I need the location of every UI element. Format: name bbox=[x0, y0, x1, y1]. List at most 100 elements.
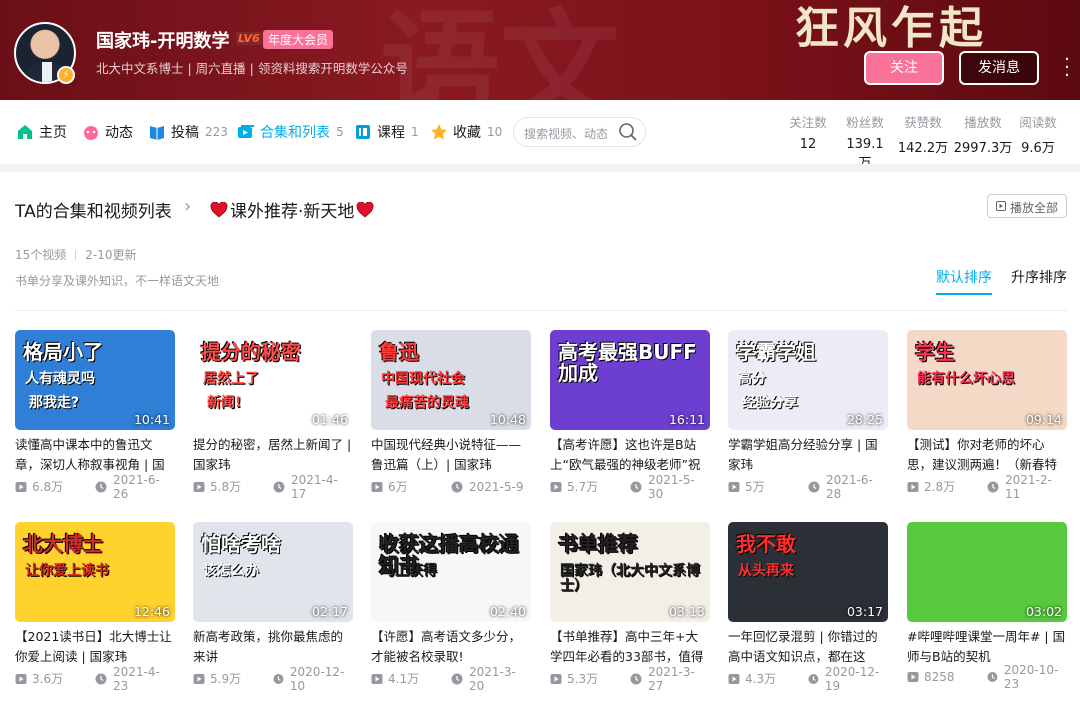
thumbnail-caption: 能有什么坏心思 bbox=[917, 371, 1015, 387]
video-thumbnail[interactable]: 我不敢 从头再来 03:17 bbox=[728, 522, 888, 622]
video-card[interactable]: 收获这播高校通知书 马上获得 02:40 【许愿】高考语文多少分，才能被名校录取! 4.… bbox=[371, 522, 531, 693]
search-icon[interactable] bbox=[618, 122, 638, 142]
play-count: 4.1万 bbox=[388, 672, 420, 686]
search-placeholder: 搜索视频、动态 bbox=[524, 127, 609, 141]
video-title[interactable]: #哔哩哔哩课堂一周年# | 国师与B站的契机 bbox=[907, 627, 1067, 667]
play-all-label: 播放全部 bbox=[1010, 201, 1059, 215]
video-card[interactable]: 格局小了 人有魂灵吗 那我走? 10:41 读懂高中课本中的鲁迅文章，深切人称叙事视角 … bbox=[15, 330, 175, 501]
video-title[interactable]: 读懂高中课本中的鲁迅文章，深切人称叙事视角 | 国家玮 bbox=[15, 435, 175, 475]
tab-course[interactable]: 课程 1 bbox=[354, 122, 419, 142]
publish-date: 2021-6-28 bbox=[825, 472, 873, 501]
video-title[interactable]: 新高考政策，挑你最焦虑的来讲 bbox=[193, 627, 353, 667]
clock-icon bbox=[808, 481, 820, 492]
video-meta: 3.6万 2021-4-23 bbox=[15, 665, 175, 693]
video-duration: 28:25 bbox=[846, 412, 883, 427]
sort-default-button[interactable]: 默认排序 bbox=[936, 267, 992, 295]
video-thumbnail[interactable]: 书单推荐 国家玮（北大中文系博士） 03:13 bbox=[550, 522, 710, 622]
tab-dynamic[interactable]: 动态 bbox=[82, 122, 133, 142]
publish-date-wrap: 2021-4-17 bbox=[273, 473, 353, 501]
thumbnail-caption: 我不敢 bbox=[736, 532, 796, 556]
tab-favorites-count: 10 bbox=[487, 125, 503, 139]
more-options-icon[interactable]: · · · bbox=[1062, 51, 1072, 85]
stat-following-value: 12 bbox=[799, 137, 817, 152]
video-meta: 5.9万 2020-12-10 bbox=[193, 665, 353, 693]
thumbnail-caption: 书单推荐 bbox=[558, 532, 638, 556]
tab-collections-count: 5 bbox=[336, 125, 344, 139]
play-count-icon bbox=[907, 672, 919, 682]
nav-divider bbox=[0, 164, 1080, 172]
video-thumbnail[interactable]: 鲁迅 中国现代社会 最痛苦的灵魂 10:48 bbox=[371, 330, 531, 430]
video-meta: 4.3万 2020-12-19 bbox=[728, 665, 888, 693]
video-card[interactable]: 学生能有什么坏心思09:14 【测试】你对老师的坏心思，建议测两遍！（新春特辑）2… bbox=[907, 330, 1067, 501]
play-count: 8258 bbox=[924, 670, 955, 684]
stat-fans[interactable]: 粉丝数 139.1万 bbox=[840, 112, 890, 171]
tab-home[interactable]: 主页 bbox=[16, 122, 67, 142]
video-title[interactable]: 【高考许愿】这也许是B站上“欧气最强的神级老师”祝 bbox=[550, 435, 710, 475]
video-thumbnail[interactable]: 学霸学姐 高分 经验分享 28:25 bbox=[728, 330, 888, 430]
video-card[interactable]: 北大博士 让你爱上读书 12:46 【2021读书日】北大博士让你爱上阅读 | 国家玮… bbox=[15, 522, 175, 693]
tab-favorites-label: 收藏 bbox=[453, 125, 481, 141]
video-thumbnail[interactable]: 收获这播高校通知书 马上获得 02:40 bbox=[371, 522, 531, 622]
video-card[interactable]: 高考最强BUFF加成 16:11 【高考许愿】这也许是B站上“欧气最强的神级老师”祝… bbox=[550, 330, 710, 501]
thumbnail-caption: 北大博士 bbox=[23, 532, 103, 556]
video-card[interactable]: 提分的秘密 居然上了 新闻! 01:46 提分的秘密，居然上新闻了 | 国家玮 5.8万 2… bbox=[193, 330, 353, 501]
publish-date: 2020-12-19 bbox=[824, 664, 880, 693]
video-meta: 2.8万 2021-2-11 bbox=[907, 473, 1067, 501]
video-thumbnail[interactable]: 学生 能有什么坏心思 09:14 bbox=[907, 330, 1067, 430]
video-thumbnail[interactable]: 怕啥考啥 该怎么办 02:17 bbox=[193, 522, 353, 622]
sort-asc-button[interactable]: 升序排序 bbox=[1011, 267, 1067, 287]
thumbnail-caption: 那我走? bbox=[29, 395, 80, 411]
video-duration: 10:41 bbox=[133, 412, 170, 427]
video-meta: 4.1万 2021-3-20 bbox=[371, 665, 531, 693]
video-title[interactable]: 【测试】你对老师的坏心思，建议测两遍！（新春特辑） bbox=[907, 435, 1067, 475]
video-thumbnail[interactable]: 03:02 bbox=[907, 522, 1067, 622]
upload-icon bbox=[150, 126, 164, 140]
vip-badge[interactable]: 年度大会员 bbox=[263, 30, 334, 49]
list-meta: 15个视频 2-10更新 bbox=[15, 246, 137, 263]
tab-favorites[interactable]: 收藏 10 bbox=[430, 122, 502, 142]
publish-date-wrap: 2021-5-30 bbox=[630, 473, 710, 501]
play-count-icon bbox=[550, 481, 562, 492]
list-name-text: 课外推荐·新天地 bbox=[230, 202, 355, 222]
section-title[interactable]: TA的合集和视频列表 bbox=[15, 197, 172, 222]
video-thumbnail[interactable]: 提分的秘密 居然上了 新闻! 01:46 bbox=[193, 330, 353, 430]
play-icon bbox=[996, 201, 1006, 211]
video-title[interactable]: 中国现代经典小说特征——鲁迅篇（上）| 国家玮 bbox=[371, 435, 531, 475]
section-divider bbox=[15, 310, 1067, 311]
stat-reads-value: 9.6万 bbox=[1021, 141, 1055, 156]
play-count-icon bbox=[550, 673, 562, 684]
play-all-button[interactable]: 播放全部 bbox=[987, 194, 1067, 218]
video-thumbnail[interactable]: 格局小了 人有魂灵吗 那我走? 10:41 bbox=[15, 330, 175, 430]
thumbnail-caption: 最痛苦的灵魂 bbox=[385, 395, 469, 411]
chevron-right-icon: › bbox=[184, 196, 192, 217]
tab-collections[interactable]: 合集和列表 5 bbox=[237, 122, 344, 142]
video-card[interactable]: 书单推荐 国家玮（北大中文系博士） 03:13 【书单推荐】高中三年+大学四年必看的3… bbox=[550, 522, 710, 693]
stat-following-label: 关注数 bbox=[789, 115, 827, 130]
search-input[interactable]: 搜索视频、动态 bbox=[513, 117, 646, 147]
clock-icon bbox=[273, 481, 285, 492]
video-card[interactable]: 鲁迅 中国现代社会 最痛苦的灵魂 10:48 中国现代经典小说特征——鲁迅篇（上）| 国… bbox=[371, 330, 531, 495]
video-title[interactable]: 提分的秘密，居然上新闻了 | 国家玮 bbox=[193, 435, 353, 475]
clock-icon bbox=[95, 673, 107, 684]
stat-fans-label: 粉丝数 bbox=[846, 115, 884, 130]
video-thumbnail[interactable]: 高考最强BUFF加成 16:11 bbox=[550, 330, 710, 430]
video-title[interactable]: 一年回忆录混剪 | 你错过的高中语文知识点，都在这 bbox=[728, 627, 888, 667]
tab-upload[interactable]: 投稿 223 bbox=[148, 122, 228, 142]
video-title[interactable]: 【书单推荐】高中三年+大学四年必看的33部书，值得收 bbox=[550, 627, 710, 667]
video-thumbnail[interactable]: 北大博士 让你爱上读书 12:46 bbox=[15, 522, 175, 622]
play-count: 5万 bbox=[745, 480, 765, 494]
publish-date: 2021-2-11 bbox=[1004, 472, 1052, 501]
video-card[interactable]: 我不敢 从头再来 03:17 一年回忆录混剪 | 你错过的高中语文知识点，都在这 4.3… bbox=[728, 522, 888, 693]
message-button[interactable]: 发消息 bbox=[959, 51, 1039, 85]
thumbnail-caption: 格局小了 bbox=[23, 340, 103, 364]
publish-date-wrap: 2021-2-11 bbox=[987, 473, 1067, 501]
video-card[interactable]: 学霸学姐 高分 经验分享 28:25 学霸学姐高分经验分享 | 国家玮 5万 2021-6-… bbox=[728, 330, 888, 501]
play-count: 5.8万 bbox=[210, 480, 242, 494]
follow-button[interactable]: 关注 bbox=[864, 51, 944, 85]
stat-following[interactable]: 关注数 12 bbox=[788, 112, 828, 152]
video-card[interactable]: 03:02 #哔哩哔哩课堂一周年# | 国师与B站的契机 8258 2020-10-2… bbox=[907, 522, 1067, 691]
video-card[interactable]: 怕啥考啥 该怎么办 02:17 新高考政策，挑你最焦虑的来讲 5.9万 2020-12-1… bbox=[193, 522, 353, 693]
video-title[interactable]: 【许愿】高考语文多少分，才能被名校录取! bbox=[371, 627, 531, 667]
video-title[interactable]: 【2021读书日】北大博士让你爱上阅读 | 国家玮 bbox=[15, 627, 175, 667]
video-title[interactable]: 学霸学姐高分经验分享 | 国家玮 bbox=[728, 435, 888, 475]
